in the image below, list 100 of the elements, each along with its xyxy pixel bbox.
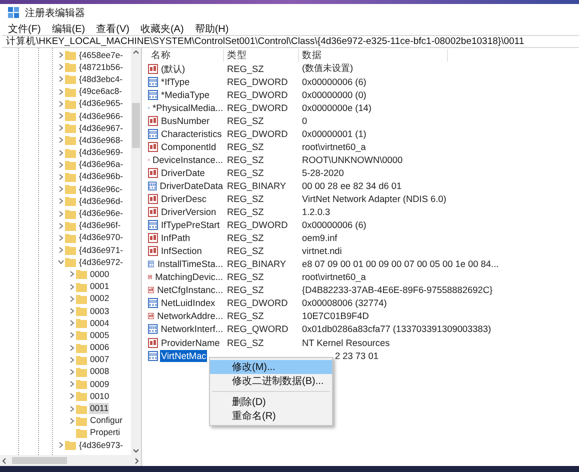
column-header[interactable]: 名称 — [148, 48, 224, 62]
tree-item[interactable]: 0001 — [89, 281, 110, 292]
chevron-right-icon[interactable] — [58, 137, 64, 144]
value-name[interactable]: NetworkAddre... — [156, 310, 224, 322]
chevron-right-icon[interactable] — [58, 247, 64, 254]
chevron-right-icon[interactable] — [58, 100, 64, 107]
value-name[interactable]: DriverDateData — [158, 180, 224, 192]
chevron-right-icon[interactable] — [68, 296, 74, 302]
tree-item[interactable]: {4d36e972- — [78, 256, 124, 268]
value-name[interactable]: DriverVersion — [160, 206, 218, 218]
scroll-left-icon[interactable] — [2, 458, 6, 464]
chevron-right-icon[interactable] — [68, 284, 74, 290]
tree-item[interactable]: {4d36e971- — [78, 244, 124, 256]
value-name[interactable]: *IfType — [160, 76, 191, 88]
chevron-right-icon[interactable] — [58, 210, 64, 217]
chevron-right-icon[interactable] — [58, 125, 64, 132]
column-header[interactable]: 数据 — [299, 48, 448, 62]
chevron-right-icon[interactable] — [58, 150, 64, 156]
value-name[interactable]: DriverDate — [160, 166, 206, 179]
value-name[interactable]: MatchingDevic... — [154, 271, 224, 284]
value-name[interactable]: *PhysicalMedia... — [152, 102, 224, 114]
chevron-right-icon[interactable] — [68, 271, 74, 278]
address-field[interactable]: 计算机\HKEY_LOCAL_MACHINE\SYSTEM\ControlSet001\Control\Class\{4d36e972-e325-11ce-bfc1-08002be10318}\0011 — [2, 35, 579, 48]
value-name[interactable]: InfSection — [160, 245, 203, 258]
chevron-right-icon[interactable] — [68, 308, 74, 314]
tree-item[interactable]: {4658ee7e- — [78, 50, 124, 61]
chevron-right-icon[interactable] — [68, 320, 74, 326]
scrollbar-thumb[interactable] — [12, 457, 67, 464]
chevron-right-icon[interactable] — [68, 406, 74, 412]
vertical-scrollbar[interactable] — [131, 48, 141, 455]
tree-item[interactable]: 0000 — [89, 268, 110, 280]
value-name[interactable]: ComponentId — [160, 140, 218, 153]
tree-item[interactable]: {4d36e968- — [78, 134, 124, 146]
tree-item[interactable]: 0008 — [89, 366, 110, 378]
tree-item[interactable]: {4d36e970- — [78, 232, 124, 244]
tree-item[interactable]: {4d36e96e- — [78, 208, 124, 220]
chevron-right-icon[interactable] — [68, 393, 74, 400]
value-name[interactable]: InfPath — [160, 232, 192, 244]
scroll-right-icon[interactable] — [135, 458, 139, 464]
tree-item[interactable]: {48721b56- — [78, 62, 124, 73]
value-name[interactable]: BusNumber — [160, 114, 211, 127]
menu-item[interactable]: 收藏夹(A) — [140, 22, 184, 36]
chevron-right-icon[interactable] — [68, 418, 74, 424]
tree-item[interactable]: {4d36e973- — [78, 440, 124, 451]
chevron-right-icon[interactable] — [58, 234, 64, 241]
menu-item[interactable]: 帮助(H) — [194, 22, 229, 36]
tree-item[interactable]: 0007 — [89, 354, 110, 366]
tree-item[interactable]: {4d36e965- — [78, 98, 124, 110]
chevron-right-icon[interactable] — [58, 52, 64, 58]
tree-item[interactable]: {48d3ebc4- — [78, 74, 124, 85]
menu-item[interactable]: 文件(F) — [8, 22, 41, 36]
tree-item[interactable]: 0011 — [89, 403, 110, 414]
scrollbar-thumb[interactable] — [132, 103, 140, 148]
horizontal-scrollbar[interactable] — [0, 455, 141, 466]
scroll-up-icon[interactable] — [133, 50, 139, 54]
value-name[interactable]: NetCfgInstanc... — [156, 284, 224, 296]
context-menu-item[interactable]: 修改二进制数据(B)... — [210, 374, 332, 388]
chevron-right-icon[interactable] — [58, 88, 64, 95]
tree-item[interactable]: {4d36e96a- — [78, 159, 124, 170]
chevron-right-icon[interactable] — [68, 344, 74, 351]
tree-item[interactable]: 0003 — [89, 306, 110, 317]
tree-item[interactable]: Configur — [89, 415, 124, 426]
value-name[interactable]: VirtNetMac — [160, 350, 208, 362]
value-name[interactable]: NetworkInterf... — [160, 323, 224, 336]
tree-item[interactable]: {4d36e969- — [78, 147, 124, 158]
tree-item[interactable]: {4d36e96f- — [78, 220, 122, 232]
value-name[interactable]: *MediaType — [160, 88, 211, 101]
chevron-right-icon[interactable] — [58, 76, 64, 82]
tree-item[interactable]: 0009 — [89, 378, 110, 390]
tree-item[interactable]: {49ce6ac8- — [78, 86, 124, 98]
tree-item[interactable]: 0006 — [89, 342, 110, 354]
value-name[interactable]: Characteristics — [160, 128, 223, 140]
menu-item[interactable]: 查看(V) — [96, 22, 130, 36]
value-name[interactable]: NetLuidIndex — [160, 297, 216, 310]
chevron-right-icon[interactable] — [68, 332, 74, 338]
tree-item[interactable]: {4d36e967- — [78, 122, 124, 134]
chevron-right-icon[interactable] — [58, 64, 64, 70]
tree-item[interactable]: 0002 — [89, 293, 110, 304]
scroll-down-icon[interactable] — [133, 449, 139, 453]
chevron-right-icon[interactable] — [68, 356, 74, 363]
chevron-right-icon[interactable] — [68, 368, 74, 375]
chevron-right-icon[interactable] — [58, 162, 64, 168]
value-name[interactable]: DeviceInstance... — [152, 154, 224, 166]
tree-item[interactable]: {4d36e96b- — [78, 171, 124, 182]
value-name[interactable]: ProviderName — [160, 336, 221, 348]
chevron-right-icon[interactable] — [58, 186, 64, 192]
tree-item[interactable]: {4d36e966- — [78, 110, 124, 122]
chevron-right-icon[interactable] — [58, 198, 64, 204]
value-name[interactable]: IfTypePreStart — [160, 219, 221, 232]
tree-item[interactable]: 0004 — [89, 318, 110, 329]
value-name[interactable]: (默认) — [160, 62, 186, 75]
chevron-right-icon[interactable] — [68, 381, 74, 388]
tree-item[interactable]: Properti — [89, 427, 122, 438]
chevron-right-icon[interactable] — [58, 222, 64, 229]
tree-item[interactable]: 0010 — [89, 390, 110, 402]
tree-item[interactable]: {4d36e96d- — [78, 196, 124, 207]
chevron-right-icon[interactable] — [58, 113, 64, 120]
context-menu-item[interactable]: 删除(D) — [210, 395, 332, 409]
context-menu-item[interactable]: 重命名(R) — [210, 409, 332, 423]
context-menu-item[interactable]: 修改(M)... — [210, 360, 332, 374]
